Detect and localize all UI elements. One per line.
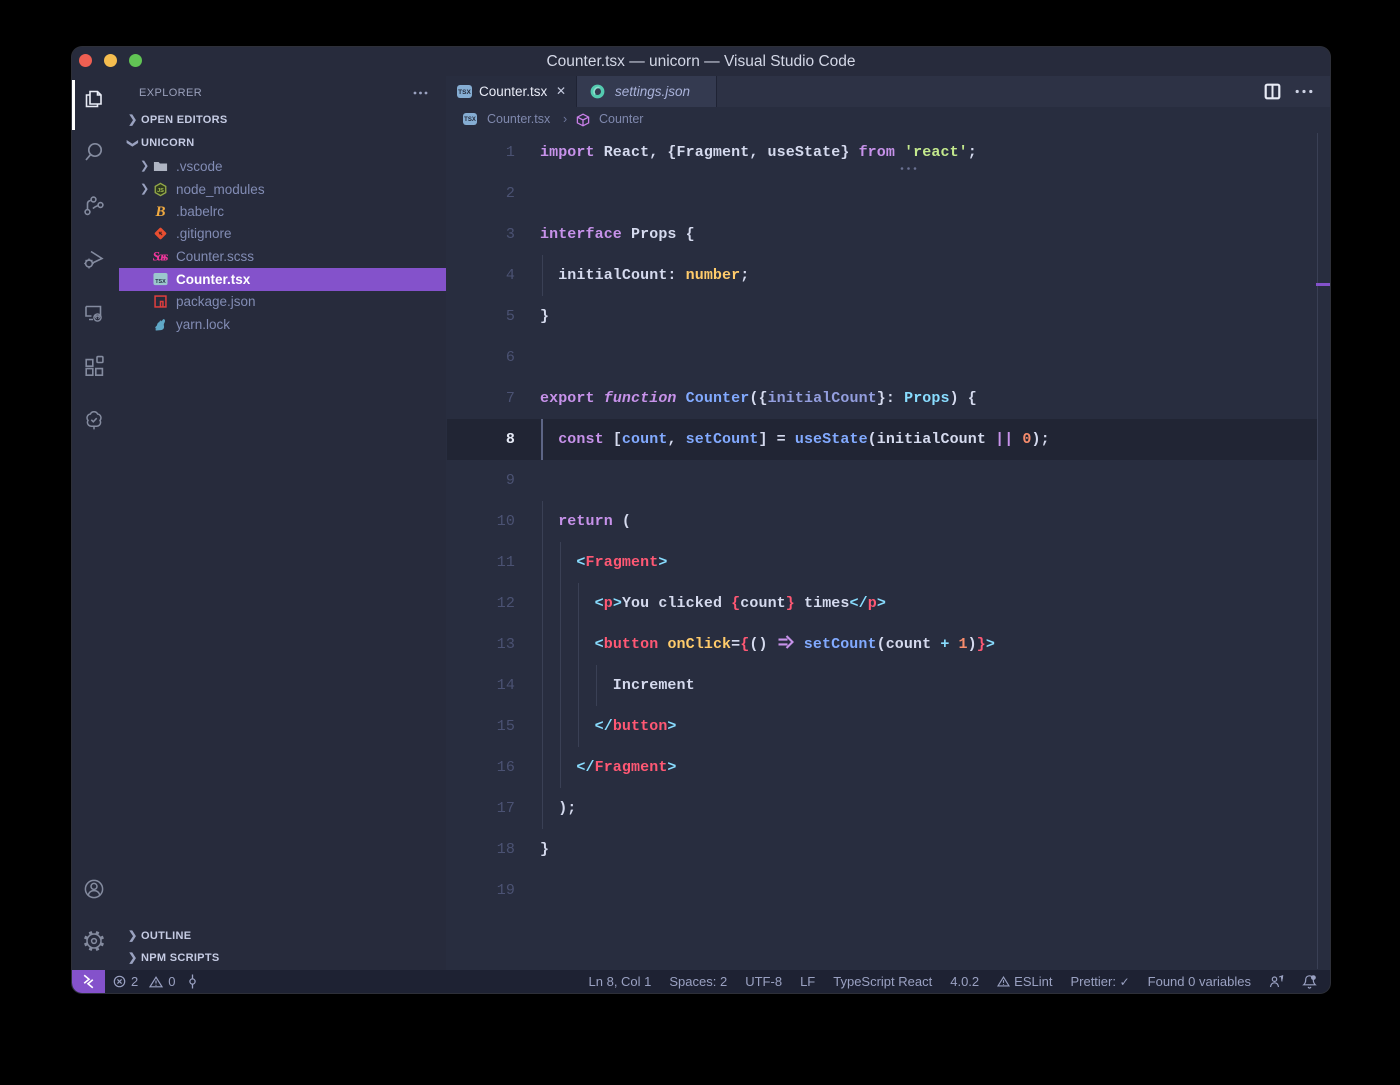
svg-text:B: B bbox=[154, 204, 165, 219]
svg-text:TSX: TSX bbox=[155, 279, 166, 285]
svg-text:Sass: Sass bbox=[153, 249, 168, 263]
svg-text:JS: JS bbox=[157, 187, 164, 193]
